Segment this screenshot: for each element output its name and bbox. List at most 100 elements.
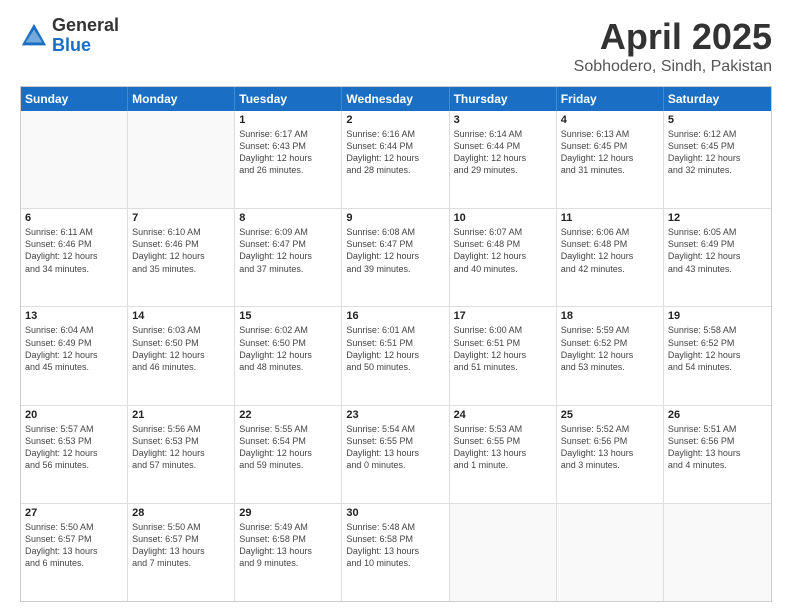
calendar-cell-10: 10Sunrise: 6:07 AM Sunset: 6:48 PM Dayli… [450, 209, 557, 306]
calendar-cell-23: 23 Sunrise: 5:54 AM Sunset: 6:55 PM Dayli… [342, 406, 449, 503]
calendar-cell-empty [664, 504, 771, 601]
day-content: Sunrise: 5:48 AM Sunset: 6:58 PM Dayligh… [346, 521, 444, 570]
day-content: Sunrise: 5:55 AM Sunset: 6:54 PM Dayligh… [239, 423, 337, 472]
calendar-cell-empty [557, 504, 664, 601]
day-number: 6 [25, 212, 123, 224]
title-block: April 2025 Sobhodero, Sindh, Pakistan [574, 16, 772, 76]
day-number: 8 [239, 212, 337, 224]
day-number: 11 [561, 212, 659, 224]
day-content: Sunrise: 6:08 AM Sunset: 6:47 PM Dayligh… [346, 226, 444, 275]
calendar-cell-16: 16 Sunrise: 6:01 AM Sunset: 6:51 PM Dayli… [342, 307, 449, 404]
calendar-cell-4: 4Sunrise: 6:13 AM Sunset: 6:45 PM Daylig… [557, 111, 664, 208]
day-content: Sunrise: 6:10 AM Sunset: 6:46 PM Dayligh… [132, 226, 230, 275]
calendar-cell-5: 5 Sunrise: 6:12 AM Sunset: 6:45 PM Daylig… [664, 111, 771, 208]
day-content: Sunrise: 6:04 AM Sunset: 6:49 PM Dayligh… [25, 324, 123, 373]
day-number: 4 [561, 114, 659, 126]
calendar-cell-21: 21 Sunrise: 5:56 AM Sunset: 6:53 PM Dayli… [128, 406, 235, 503]
day-header-thursday: Thursday [450, 87, 557, 111]
calendar-body: 1Sunrise: 6:17 AM Sunset: 6:43 PM Daylig… [21, 111, 771, 601]
calendar-cell-28: 28Sunrise: 5:50 AM Sunset: 6:57 PM Dayli… [128, 504, 235, 601]
calendar-cell-17: 17 Sunrise: 6:00 AM Sunset: 6:51 PM Dayli… [450, 307, 557, 404]
calendar-header: SundayMondayTuesdayWednesdayThursdayFrid… [21, 87, 771, 111]
day-content: Sunrise: 5:56 AM Sunset: 6:53 PM Dayligh… [132, 423, 230, 472]
calendar-row-0: 1Sunrise: 6:17 AM Sunset: 6:43 PM Daylig… [21, 111, 771, 208]
day-number: 21 [132, 409, 230, 421]
day-number: 22 [239, 409, 337, 421]
calendar-cell-1: 1Sunrise: 6:17 AM Sunset: 6:43 PM Daylig… [235, 111, 342, 208]
day-number: 27 [25, 507, 123, 519]
day-number: 20 [25, 409, 123, 421]
logo-blue-text: Blue [52, 36, 119, 56]
day-content: Sunrise: 6:12 AM Sunset: 6:45 PM Dayligh… [668, 128, 767, 177]
logo-general-text: General [52, 16, 119, 36]
day-header-monday: Monday [128, 87, 235, 111]
day-content: Sunrise: 5:57 AM Sunset: 6:53 PM Dayligh… [25, 423, 123, 472]
day-content: Sunrise: 6:14 AM Sunset: 6:44 PM Dayligh… [454, 128, 552, 177]
page: General Blue April 2025 Sobhodero, Sindh… [0, 0, 792, 612]
calendar-cell-19: 19 Sunrise: 5:58 AM Sunset: 6:52 PM Dayli… [664, 307, 771, 404]
calendar-cell-18: 18 Sunrise: 5:59 AM Sunset: 6:52 PM Dayli… [557, 307, 664, 404]
day-content: Sunrise: 6:03 AM Sunset: 6:50 PM Dayligh… [132, 324, 230, 373]
calendar-cell-20: 20 Sunrise: 5:57 AM Sunset: 6:53 PM Dayli… [21, 406, 128, 503]
day-content: Sunrise: 5:59 AM Sunset: 6:52 PM Dayligh… [561, 324, 659, 373]
calendar-cell-14: 14 Sunrise: 6:03 AM Sunset: 6:50 PM Dayli… [128, 307, 235, 404]
day-content: Sunrise: 6:05 AM Sunset: 6:49 PM Dayligh… [668, 226, 767, 275]
calendar-cell-29: 29Sunrise: 5:49 AM Sunset: 6:58 PM Dayli… [235, 504, 342, 601]
day-number: 29 [239, 507, 337, 519]
day-content: Sunrise: 6:01 AM Sunset: 6:51 PM Dayligh… [346, 324, 444, 373]
day-number: 14 [132, 310, 230, 322]
day-header-friday: Friday [557, 87, 664, 111]
day-content: Sunrise: 6:00 AM Sunset: 6:51 PM Dayligh… [454, 324, 552, 373]
day-content: Sunrise: 6:17 AM Sunset: 6:43 PM Dayligh… [239, 128, 337, 177]
day-number: 13 [25, 310, 123, 322]
day-number: 25 [561, 409, 659, 421]
day-content: Sunrise: 6:09 AM Sunset: 6:47 PM Dayligh… [239, 226, 337, 275]
calendar-cell-13: 13 Sunrise: 6:04 AM Sunset: 6:49 PM Dayli… [21, 307, 128, 404]
day-content: Sunrise: 6:16 AM Sunset: 6:44 PM Dayligh… [346, 128, 444, 177]
day-number: 19 [668, 310, 767, 322]
calendar-cell-3: 3 Sunrise: 6:14 AM Sunset: 6:44 PM Daylig… [450, 111, 557, 208]
day-content: Sunrise: 6:11 AM Sunset: 6:46 PM Dayligh… [25, 226, 123, 275]
calendar-cell-26: 26Sunrise: 5:51 AM Sunset: 6:56 PM Dayli… [664, 406, 771, 503]
day-content: Sunrise: 6:07 AM Sunset: 6:48 PM Dayligh… [454, 226, 552, 275]
calendar-cell-8: 8 Sunrise: 6:09 AM Sunset: 6:47 PM Daylig… [235, 209, 342, 306]
calendar-cell-6: 6 Sunrise: 6:11 AM Sunset: 6:46 PM Daylig… [21, 209, 128, 306]
calendar-title: April 2025 [574, 16, 772, 58]
day-number: 26 [668, 409, 767, 421]
calendar-row-2: 13 Sunrise: 6:04 AM Sunset: 6:49 PM Dayli… [21, 306, 771, 404]
calendar-row-4: 27 Sunrise: 5:50 AM Sunset: 6:57 PM Dayli… [21, 503, 771, 601]
calendar-cell-25: 25Sunrise: 5:52 AM Sunset: 6:56 PM Dayli… [557, 406, 664, 503]
calendar-cell-11: 11Sunrise: 6:06 AM Sunset: 6:48 PM Dayli… [557, 209, 664, 306]
day-content: Sunrise: 5:54 AM Sunset: 6:55 PM Dayligh… [346, 423, 444, 472]
calendar: SundayMondayTuesdayWednesdayThursdayFrid… [20, 86, 772, 602]
day-number: 17 [454, 310, 552, 322]
day-header-sunday: Sunday [21, 87, 128, 111]
calendar-cell-27: 27 Sunrise: 5:50 AM Sunset: 6:57 PM Dayli… [21, 504, 128, 601]
day-content: Sunrise: 5:53 AM Sunset: 6:55 PM Dayligh… [454, 423, 552, 472]
calendar-cell-15: 15Sunrise: 6:02 AM Sunset: 6:50 PM Dayli… [235, 307, 342, 404]
calendar-cell-24: 24Sunrise: 5:53 AM Sunset: 6:55 PM Dayli… [450, 406, 557, 503]
day-number: 23 [346, 409, 444, 421]
day-number: 30 [346, 507, 444, 519]
header: General Blue April 2025 Sobhodero, Sindh… [20, 16, 772, 76]
day-number: 16 [346, 310, 444, 322]
calendar-location: Sobhodero, Sindh, Pakistan [574, 58, 772, 76]
calendar-cell-22: 22 Sunrise: 5:55 AM Sunset: 6:54 PM Dayli… [235, 406, 342, 503]
calendar-cell-30: 30 Sunrise: 5:48 AM Sunset: 6:58 PM Dayli… [342, 504, 449, 601]
day-number: 12 [668, 212, 767, 224]
calendar-cell-empty [450, 504, 557, 601]
day-number: 2 [346, 114, 444, 126]
day-content: Sunrise: 6:02 AM Sunset: 6:50 PM Dayligh… [239, 324, 337, 373]
day-number: 3 [454, 114, 552, 126]
calendar-cell-empty [128, 111, 235, 208]
calendar-cell-empty [21, 111, 128, 208]
day-content: Sunrise: 5:50 AM Sunset: 6:57 PM Dayligh… [25, 521, 123, 570]
calendar-cell-2: 2 Sunrise: 6:16 AM Sunset: 6:44 PM Daylig… [342, 111, 449, 208]
day-number: 5 [668, 114, 767, 126]
calendar-row-3: 20 Sunrise: 5:57 AM Sunset: 6:53 PM Dayli… [21, 405, 771, 503]
day-number: 18 [561, 310, 659, 322]
day-number: 28 [132, 507, 230, 519]
day-number: 7 [132, 212, 230, 224]
day-content: Sunrise: 5:58 AM Sunset: 6:52 PM Dayligh… [668, 324, 767, 373]
logo: General Blue [20, 16, 119, 56]
